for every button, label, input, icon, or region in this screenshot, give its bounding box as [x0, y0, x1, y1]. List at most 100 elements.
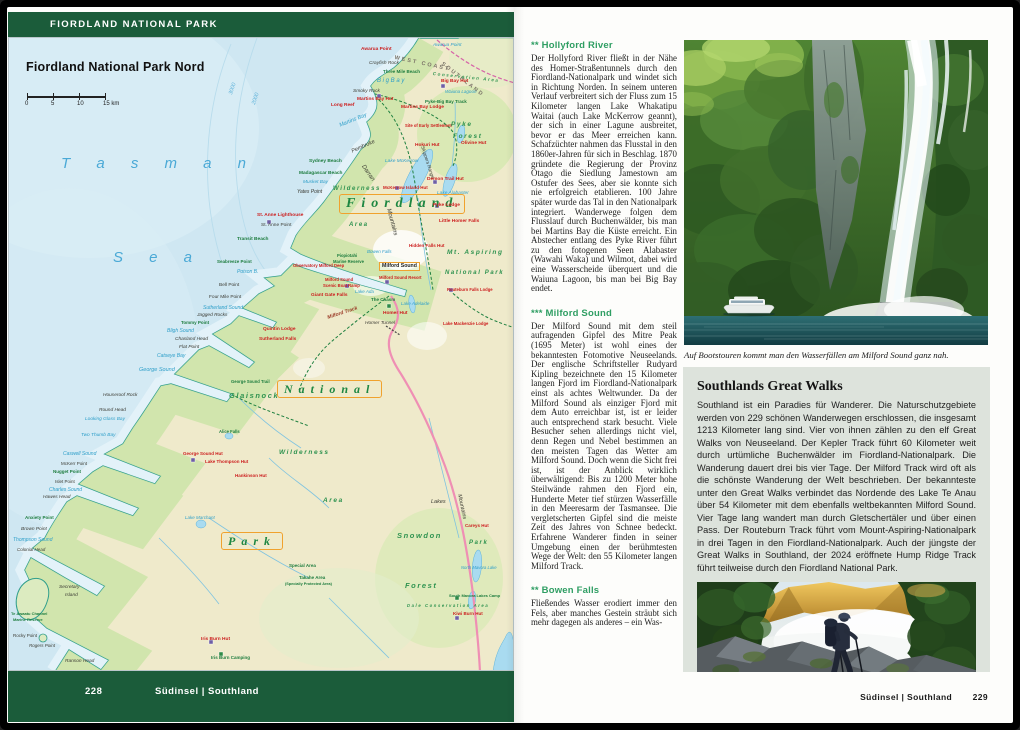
map-label: Mountains — [456, 494, 467, 520]
map-label: Martins Bay Lodge — [401, 106, 444, 111]
map-label: Yates Point — [297, 190, 322, 195]
article-heading-milford-sound: *** Milford Sound — [531, 308, 677, 319]
page-number-right: 229 — [973, 692, 988, 702]
map-label: Mt. Aspiring — [447, 250, 504, 257]
map-label: Brown Point — [21, 528, 47, 533]
map-label: Bligh Sound — [167, 329, 194, 334]
map-label: Observatory Milford Deep — [293, 264, 344, 268]
map-label: Park — [221, 532, 283, 550]
map-label: Homer Hut — [383, 312, 408, 317]
map-label: 3000 — [229, 82, 238, 95]
map-label: South Mavora Lakes Camp — [449, 594, 500, 598]
article-body-bowen-falls: Fließendes Wasser erodiert immer den Fel… — [531, 599, 677, 628]
map-label: Te Awaatu Channel — [11, 612, 47, 616]
map-label: Colonial Head — [17, 548, 45, 553]
map-label: Kiwi Burn Hut — [453, 612, 483, 617]
map-label: Iris Burn Camping — [211, 656, 250, 661]
map-label: Smoky Rock — [353, 90, 380, 95]
map-label: Takahe Area — [299, 576, 325, 581]
map-label: Anxiety Point — [25, 516, 54, 521]
map-label: Tommy Point — [181, 321, 209, 326]
map-label: Madagascar Beach — [299, 172, 342, 177]
page-header-title: FIORDLAND NATIONAL PARK — [8, 12, 218, 37]
map-label: Hawes Head — [43, 496, 70, 501]
map-label: Olivine Hut — [461, 142, 486, 147]
section-label-left: Südinsel | Southland — [155, 686, 259, 697]
map-label: Transit Beach — [237, 238, 268, 243]
map-label: Dale Conservation Area — [407, 604, 489, 608]
scalebar-tick — [53, 93, 54, 100]
map-label: Three Mile Beach — [383, 70, 420, 75]
map-label: McKerr Point — [61, 462, 87, 467]
map-label: Rocky Point — [13, 634, 37, 639]
map-fiordland[interactable]: T a s m a nS e a30002000WEST COASTSOUTHL… — [8, 37, 514, 671]
map-label: Milford Sound — [379, 262, 420, 271]
map-label: Sutherland Sound — [203, 306, 243, 311]
article-heading-hollyford-river: ** Hollyford River — [531, 40, 677, 51]
map-label: Martins Bay Hut — [357, 98, 394, 103]
map-label: Routeburn Falls Lodge — [447, 288, 493, 292]
map-label: Two Thumb Bay — [81, 434, 116, 439]
photo-hiker-routeburn — [697, 582, 976, 672]
map-label: Island — [65, 594, 78, 599]
map-label: Rogers Point — [29, 644, 55, 649]
map-label: Pyke Lodge — [433, 204, 460, 209]
map-label: Lake McKerrow — [385, 160, 418, 165]
map-label: Forest — [405, 582, 438, 590]
map-label: Looking Glass Bay — [85, 418, 125, 423]
map-label: Pembroke — [351, 140, 376, 155]
map-label: T a s m a n — [61, 156, 257, 171]
map-label: Milford Sound — [325, 278, 353, 282]
map-label: Big Bay Hut — [441, 80, 468, 85]
map-label: George Sound Hut — [183, 452, 223, 457]
map-label: Forest — [453, 134, 482, 141]
map-label: Round Head — [99, 409, 126, 414]
infobox-great-walks: Southlands Great Walks Southland ist ein… — [683, 367, 990, 672]
map-label: The Chasm — [371, 298, 395, 303]
map-label: Flat Point — [179, 346, 199, 351]
map-label: Ranson Head — [65, 660, 94, 665]
map-label: Jagged Rocks — [197, 314, 227, 319]
page-footer-band-left: 228 Südinsel | Southland — [8, 671, 514, 722]
map-label: Charles Sound — [49, 488, 82, 493]
map-label: Careys Hut — [465, 524, 489, 529]
map-label: Milford Sound Resort — [379, 276, 422, 280]
map-label: Site of Early Settlement — [405, 124, 452, 128]
map-label: (Specially Protected Area) — [285, 583, 332, 587]
map-label: Homer Tunnel — [365, 322, 395, 327]
map-label: St. Anne Point — [261, 224, 291, 229]
photo-caption: Auf Bootstouren kommt man den Wasserfäll… — [684, 350, 988, 360]
page-number-left: 228 — [85, 686, 102, 697]
map-label: Area — [349, 222, 369, 228]
scalebar-label: 10 — [77, 101, 84, 107]
article-heading-bowen-falls: ** Bowen Falls — [531, 585, 677, 596]
map-label: Lake Thompson Hut — [205, 460, 248, 465]
hiker-illustration — [697, 582, 976, 672]
scalebar-tick — [105, 93, 106, 100]
map-label: 2000 — [252, 92, 261, 105]
map-label: Musket Bay — [303, 181, 328, 186]
map-title: Fiordland National Park Nord — [26, 60, 205, 74]
map-label: Area — [323, 498, 344, 505]
map-label: Special Area — [289, 564, 316, 569]
map-label: St. Anne Lighthouse — [257, 214, 303, 219]
map-label: Glaisnock — [229, 392, 279, 400]
map-label: Crayfish Rock — [369, 62, 399, 67]
section-label-right: Südinsel | Southland — [860, 692, 952, 702]
map-label: Sydney Beach — [309, 160, 342, 165]
map-label: Marine Reserve — [13, 618, 43, 622]
article-column: ** Hollyford River Der Hollyford River f… — [531, 40, 677, 642]
map-label: Waiuna Lagoon — [445, 90, 476, 95]
map-label: Houseroof Rock — [103, 394, 137, 399]
map-label: George Sound Trail — [231, 380, 270, 384]
map-label: Skippers Range — [418, 146, 433, 180]
article-body-hollyford-river: Der Hollyford River fließt in der Nähe d… — [531, 54, 677, 294]
photo-milford-sound-waterfall — [684, 40, 988, 345]
scalebar-label: 15 km — [103, 101, 119, 107]
map-label: Pyke — [451, 122, 473, 129]
map-label: Seabreeze Point — [217, 260, 252, 265]
map-labels-layer: T a s m a nS e a30002000WEST COASTSOUTHL… — [9, 38, 514, 671]
map-label: Iris Burn Hut — [201, 638, 230, 643]
map-label: Lake Ada — [355, 290, 374, 295]
map-scalebar: 051015 km — [27, 92, 117, 108]
